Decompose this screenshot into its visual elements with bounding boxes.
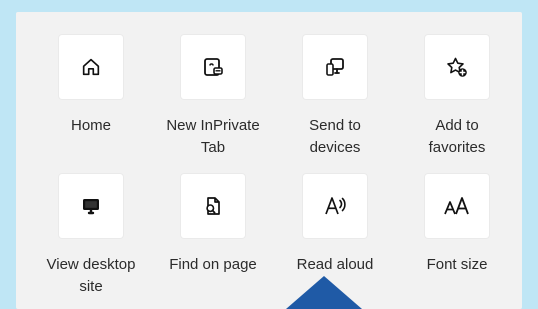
- menu-item-add-to-favorites-tile[interactable]: [425, 35, 489, 99]
- add-to-favorites-icon: [445, 55, 469, 79]
- callout-pointer: [286, 276, 362, 309]
- menu-item-send-to-devices-tile[interactable]: [303, 35, 367, 99]
- menu-item-label: Add to favorites: [428, 117, 486, 156]
- read-aloud-icon: [322, 194, 348, 218]
- menu-item-find-on-page[interactable]: Find on page: [158, 174, 268, 304]
- send-to-devices-icon: [323, 55, 347, 79]
- inprivate-tab-icon: [201, 55, 225, 79]
- menu-item-label: Find on page: [169, 256, 257, 273]
- menu-item-label: Font size: [426, 256, 488, 273]
- menu-item-send-to-devices[interactable]: Send to devices: [280, 35, 390, 165]
- menu-item-new-inprivate-tab[interactable]: New InPrivate Tab: [158, 35, 268, 165]
- font-size-icon: [442, 194, 472, 218]
- menu-item-add-to-favorites[interactable]: Add to favorites: [402, 35, 512, 165]
- home-icon: [80, 56, 102, 78]
- menu-item-label: View desktop site: [46, 256, 136, 295]
- menu-grid: Home New InPrivate Tab Send to devices A…: [16, 12, 522, 309]
- menu-item-label: New InPrivate Tab: [166, 117, 260, 156]
- menu-item-font-size-tile[interactable]: [425, 174, 489, 238]
- menu-item-home-tile[interactable]: [59, 35, 123, 99]
- menu-item-read-aloud-tile[interactable]: [303, 174, 367, 238]
- menu-item-view-desktop-site-tile[interactable]: [59, 174, 123, 238]
- screenshot-frame: Home New InPrivate Tab Send to devices A…: [0, 0, 538, 309]
- menu-panel: Home New InPrivate Tab Send to devices A…: [16, 12, 522, 309]
- menu-item-font-size[interactable]: Font size: [402, 174, 512, 304]
- menu-item-view-desktop-site[interactable]: View desktop site: [36, 174, 146, 304]
- menu-item-label: Read aloud: [296, 256, 374, 273]
- menu-item-find-on-page-tile[interactable]: [181, 174, 245, 238]
- menu-item-label: Home: [70, 117, 111, 134]
- menu-item-new-inprivate-tab-tile[interactable]: [181, 35, 245, 99]
- desktop-site-icon: [79, 194, 103, 218]
- menu-item-home[interactable]: Home: [36, 35, 146, 165]
- menu-item-label: Send to devices: [309, 117, 361, 156]
- find-on-page-icon: [201, 194, 225, 218]
